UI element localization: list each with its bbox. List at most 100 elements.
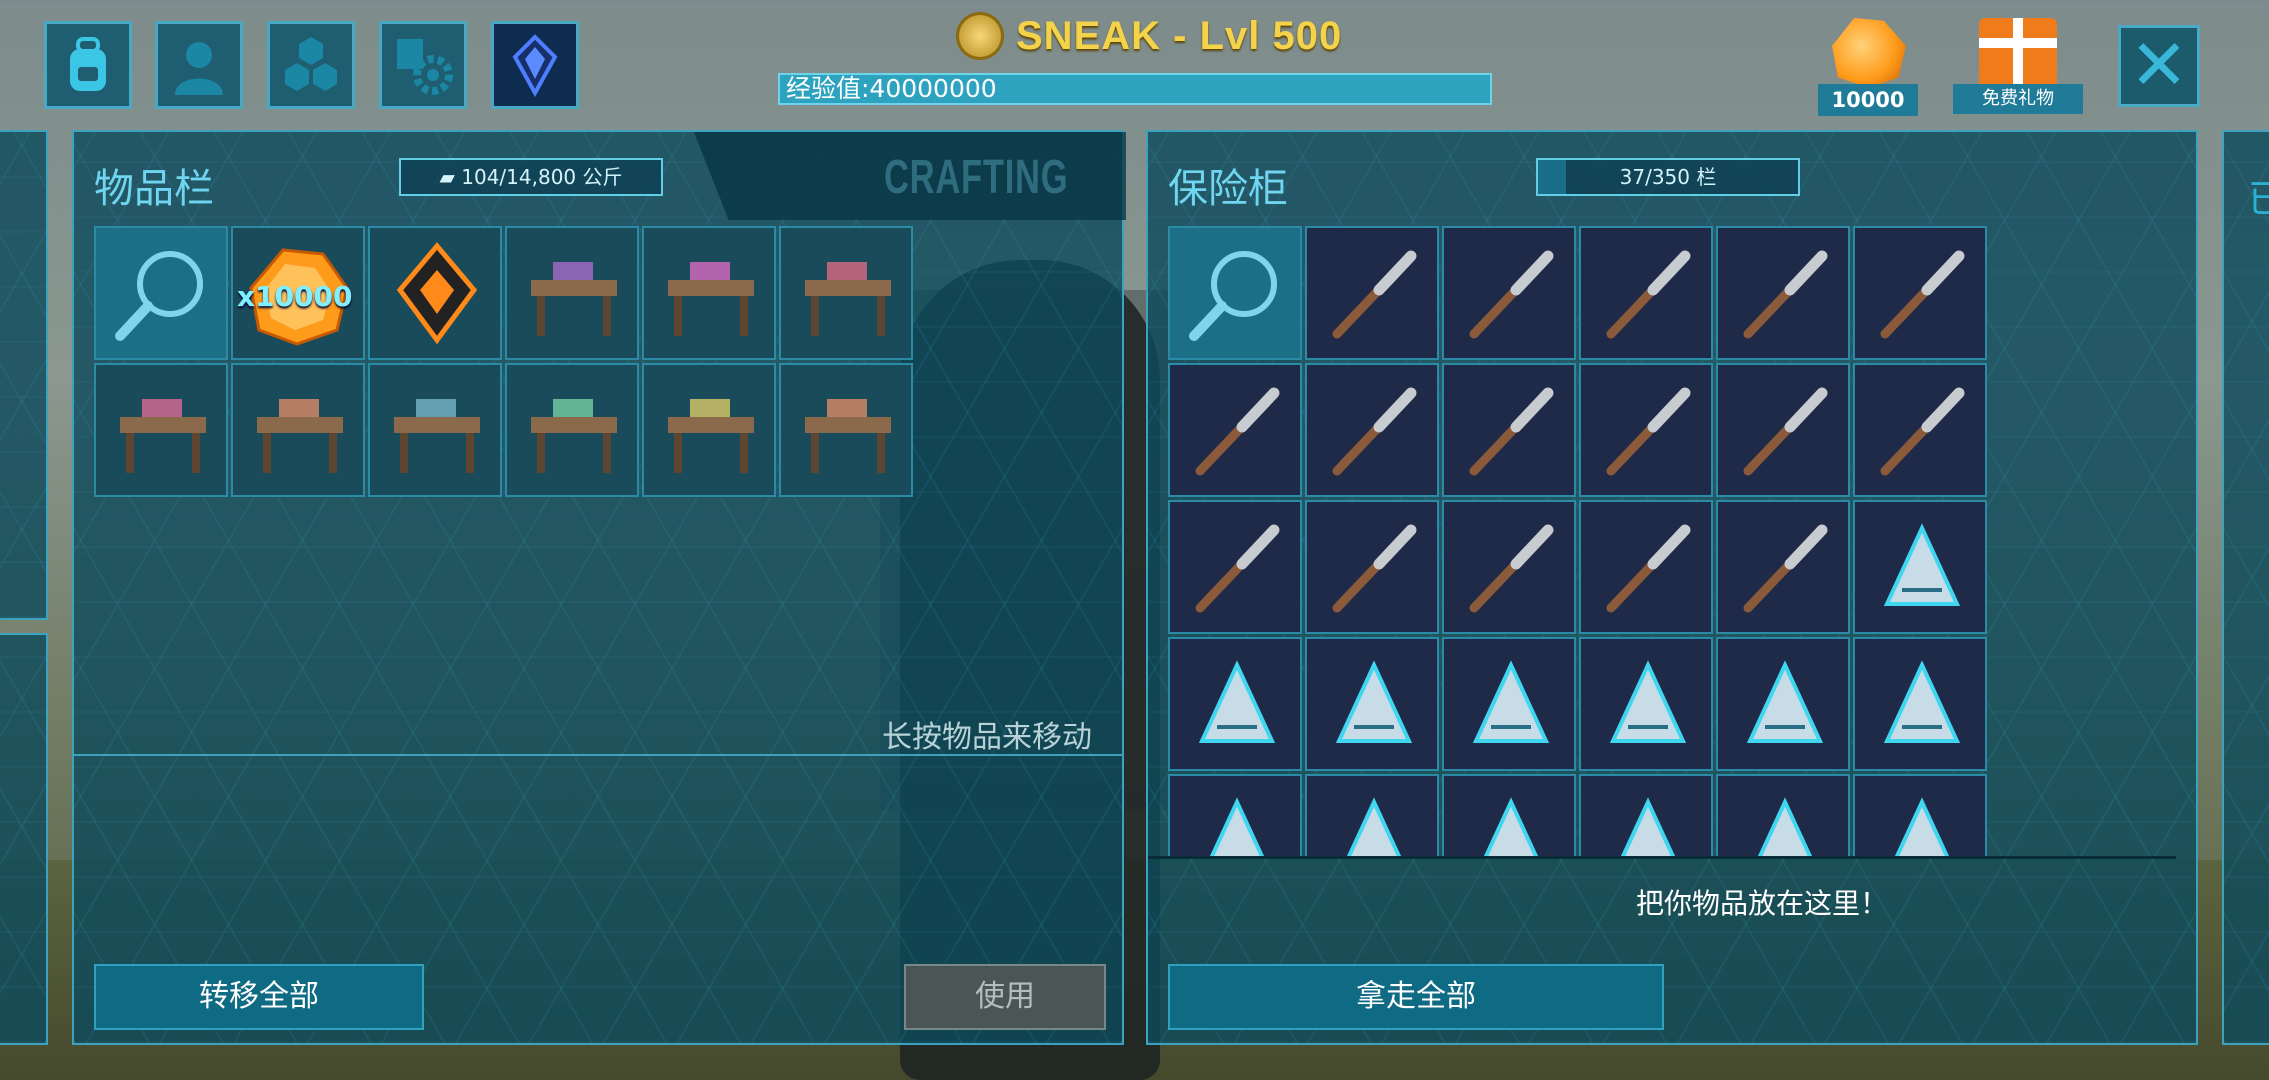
sniper-rifle-icon xyxy=(1730,377,1840,487)
tribe-hexagons-icon xyxy=(285,37,337,91)
tek-panel-icon xyxy=(1593,651,1703,761)
tab-crafting[interactable]: CRAFTING xyxy=(694,132,1126,220)
gift-icon xyxy=(1979,18,2057,88)
item-slot[interactable] xyxy=(1716,500,1850,634)
item-slot[interactable] xyxy=(642,226,776,360)
tek-button[interactable] xyxy=(491,21,579,109)
item-slot[interactable] xyxy=(368,363,502,497)
vault-capacity-text: 37/350 栏 xyxy=(1619,165,1717,189)
assault-rifle-icon xyxy=(1319,514,1429,624)
item-slot[interactable] xyxy=(368,226,502,360)
item-slot[interactable] xyxy=(505,226,639,360)
free-gift-label: 免费礼物 xyxy=(1953,84,2083,114)
item-slot[interactable] xyxy=(642,363,776,497)
item-slot[interactable] xyxy=(1579,637,1713,771)
item-slot[interactable] xyxy=(1168,363,1302,497)
divider xyxy=(1148,856,2176,859)
item-slot[interactable] xyxy=(231,363,365,497)
item-slot[interactable] xyxy=(1716,637,1850,771)
tek-staircase-icon xyxy=(1867,651,1977,761)
item-slot[interactable] xyxy=(1442,500,1576,634)
player-name-level: SNEAK - Lvl 500 xyxy=(1016,13,1343,58)
item-slot[interactable] xyxy=(1716,363,1850,497)
storage-shelf-icon xyxy=(656,240,766,350)
item-slot[interactable] xyxy=(1716,774,1850,856)
item-slot[interactable] xyxy=(1579,774,1713,856)
divider xyxy=(74,754,1122,756)
item-slot[interactable] xyxy=(1579,226,1713,360)
item-slot[interactable] xyxy=(1168,500,1302,634)
shotgun-icon xyxy=(1456,377,1566,487)
player-icon xyxy=(175,42,223,95)
item-slot[interactable] xyxy=(1305,226,1439,360)
tribe-button[interactable] xyxy=(267,21,355,109)
weight-icon: ▰ xyxy=(439,165,462,189)
item-slot[interactable] xyxy=(779,226,913,360)
item-slot[interactable] xyxy=(1853,637,1987,771)
item-slot[interactable] xyxy=(1853,363,1987,497)
backpack-icon xyxy=(70,37,106,91)
item-slot[interactable] xyxy=(1168,774,1302,856)
item-slot[interactable] xyxy=(1716,226,1850,360)
vault-title: 保险柜 xyxy=(1168,166,1288,212)
pistol-icon xyxy=(1456,514,1566,624)
item-slot[interactable] xyxy=(1442,363,1576,497)
character-button[interactable] xyxy=(155,21,243,109)
close-icon: ✕ xyxy=(2129,24,2189,106)
item-quantity: x10000 xyxy=(237,280,353,313)
vault-grid-scroll[interactable] xyxy=(1168,226,1998,856)
vault-capacity-fill xyxy=(1538,160,1566,194)
item-slot[interactable] xyxy=(1168,637,1302,771)
inventory-grid: x10000 xyxy=(94,226,913,497)
transfer-all-button[interactable]: 转移全部 xyxy=(94,964,424,1030)
experience-bar: 经验值:40000000 xyxy=(778,73,1492,105)
compound-bow-icon xyxy=(1593,514,1703,624)
tek-gauntlet-icon xyxy=(1319,651,1429,761)
drop-items-hint: 把你物品放在这里！ xyxy=(1635,887,1888,920)
item-slot[interactable] xyxy=(94,363,228,497)
item-slot[interactable] xyxy=(1579,363,1713,497)
fabricator-icon xyxy=(382,377,492,487)
item-slot[interactable] xyxy=(1853,774,1987,856)
tek-wall-icon xyxy=(1730,788,1840,856)
item-slot[interactable] xyxy=(1579,500,1713,634)
item-slot[interactable]: x10000 xyxy=(231,226,365,360)
item-slot[interactable] xyxy=(1853,226,1987,360)
tek-railing-icon xyxy=(1319,788,1429,856)
item-slot[interactable] xyxy=(505,363,639,497)
longneck-rifle-icon xyxy=(1593,377,1703,487)
item-slot[interactable] xyxy=(1305,363,1439,497)
settings-button[interactable] xyxy=(379,21,467,109)
shield-icon xyxy=(1456,240,1566,350)
flintlock-icon xyxy=(1319,377,1429,487)
inventory-weight-text: 104/14,800 公斤 xyxy=(461,165,623,189)
pickaxe-icon xyxy=(1593,240,1703,350)
item-slot[interactable] xyxy=(1305,637,1439,771)
left-edge-panel xyxy=(0,130,48,620)
item-slot[interactable] xyxy=(1305,500,1439,634)
search-button[interactable] xyxy=(94,226,228,360)
loom-icon xyxy=(108,377,218,487)
tab-crafting-label: CRAFTING xyxy=(884,151,1069,204)
take-all-button[interactable]: 拿走全部 xyxy=(1168,964,1664,1030)
item-slot[interactable] xyxy=(1853,500,1987,634)
close-button[interactable]: ✕ xyxy=(2118,25,2200,107)
item-slot[interactable] xyxy=(1442,774,1576,856)
item-slot[interactable] xyxy=(1305,774,1439,856)
search-button[interactable] xyxy=(1168,226,1302,360)
vault-grid xyxy=(1168,226,1987,856)
item-slot[interactable] xyxy=(1442,226,1576,360)
element-currency[interactable]: 10000 xyxy=(1818,18,1918,116)
inventory-title: 物品栏 xyxy=(94,166,214,212)
backpack-button[interactable] xyxy=(44,21,132,109)
crystal-icon xyxy=(512,34,558,97)
tek-armor-piece-icon xyxy=(1182,651,1292,761)
item-slot[interactable] xyxy=(1442,637,1576,771)
rocket-launcher-icon xyxy=(1182,514,1292,624)
item-slot[interactable] xyxy=(779,363,913,497)
bookshelf-icon xyxy=(519,377,629,487)
tek-triangle-icon xyxy=(1456,651,1566,761)
move-item-hint: 长按物品来移动 xyxy=(882,720,1092,755)
free-gift-button[interactable]: 免费礼物 xyxy=(1953,14,2083,114)
use-button[interactable]: 使用 xyxy=(904,964,1106,1030)
